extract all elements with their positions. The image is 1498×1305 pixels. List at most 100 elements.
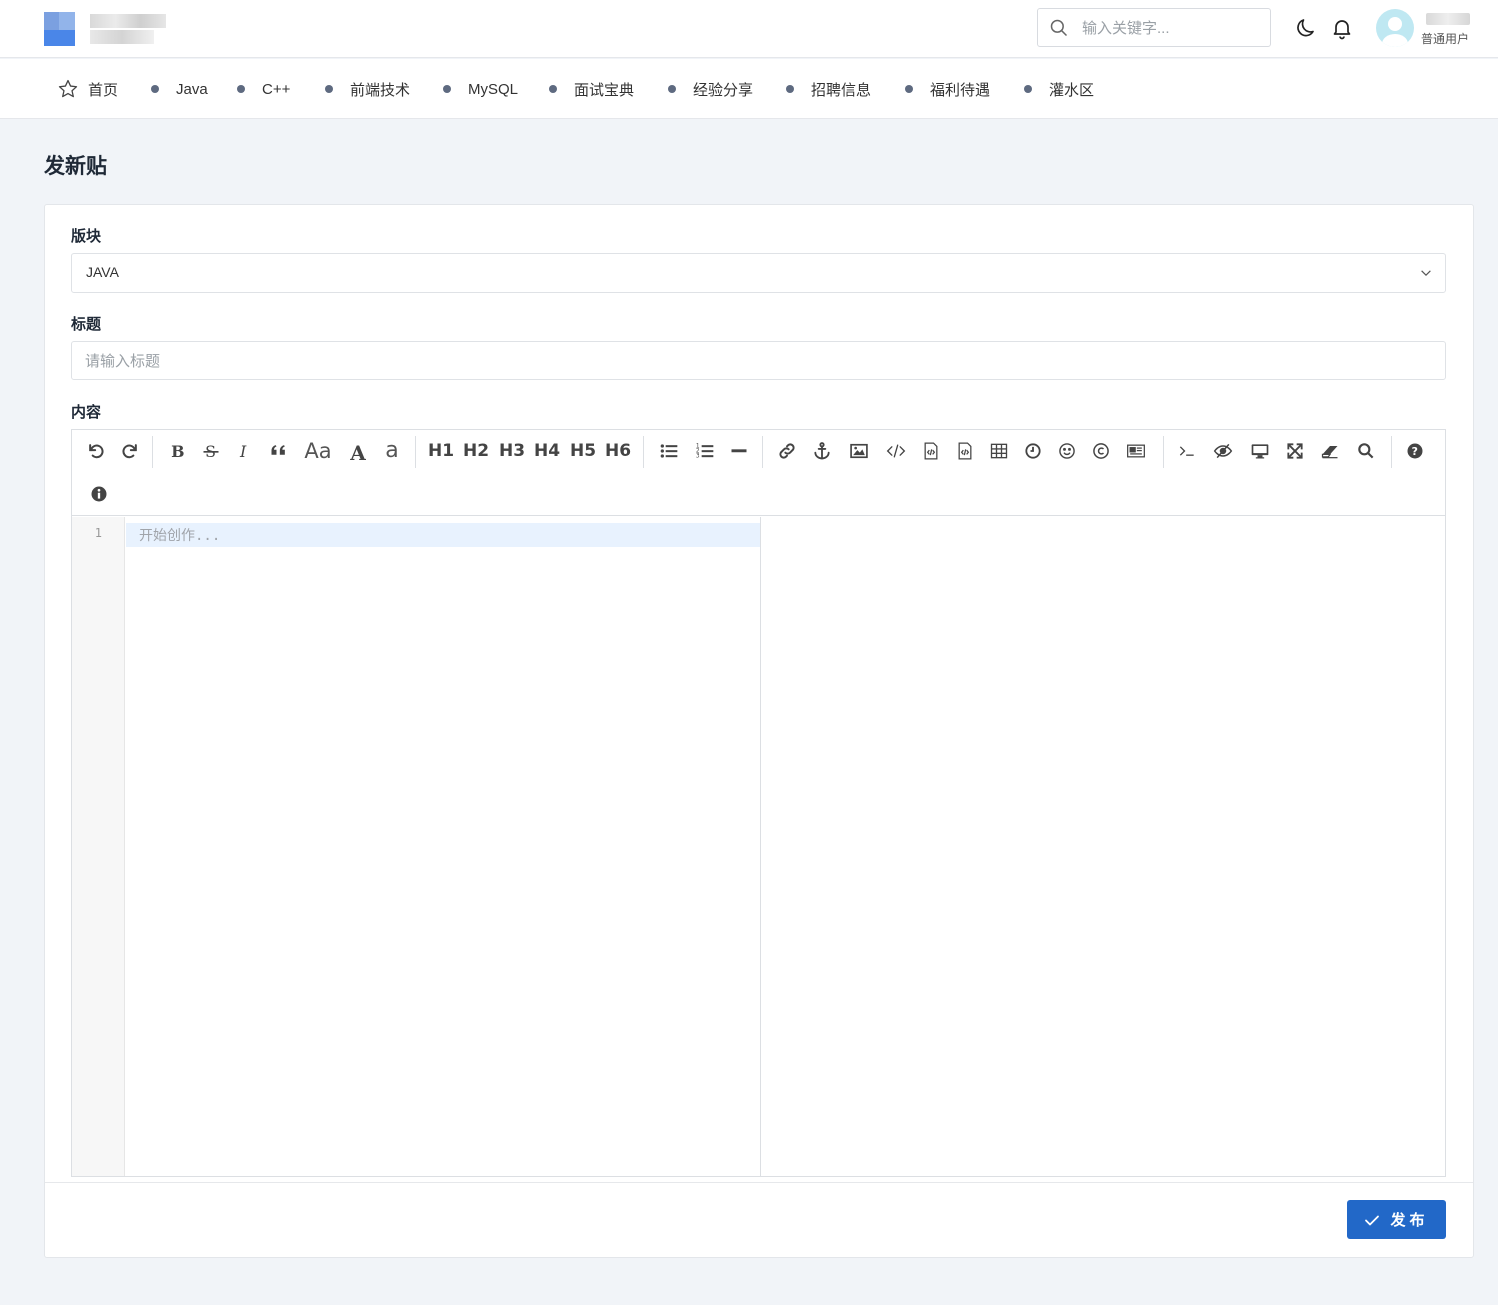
clear-button[interactable] [1318, 436, 1342, 466]
anchor-button[interactable] [810, 436, 834, 466]
nav-item-mysql[interactable]: MySQL [443, 59, 518, 119]
nav-item-interview[interactable]: 面试宝典 [549, 59, 634, 119]
toggle-preview-button[interactable] [1211, 436, 1235, 466]
undo-button[interactable] [84, 436, 108, 466]
strikethrough-icon: S [203, 442, 219, 461]
preview-pane [760, 517, 1445, 1176]
nav-item-frontend[interactable]: 前端技术 [325, 59, 410, 119]
site-logo[interactable] [44, 12, 166, 46]
nav-item-label: 面试宝典 [574, 81, 635, 99]
uppercase-button[interactable]: A [346, 438, 370, 468]
search-icon [1050, 19, 1068, 37]
line-number: 1 [94, 526, 102, 540]
card-footer-divider [45, 1182, 1473, 1183]
watch-button[interactable] [1248, 436, 1272, 466]
lowercase-button[interactable]: a [380, 435, 404, 465]
goto-line-button[interactable] [1175, 436, 1199, 466]
toolbar-separator [1391, 436, 1392, 468]
dark-mode-moon-icon[interactable] [1294, 16, 1318, 40]
info-button[interactable] [87, 479, 111, 509]
user-avatar[interactable] [1376, 9, 1414, 47]
publish-button-label: 发布 [1390, 1212, 1429, 1229]
desktop-icon [1251, 444, 1269, 459]
new-post-card: 版块 JAVA 标题 内容 B S I [44, 204, 1474, 1258]
image-button[interactable] [847, 436, 871, 466]
nav-item-java[interactable]: Java [151, 59, 208, 119]
bullet-icon [905, 85, 913, 93]
title-field [71, 341, 1446, 380]
h3-button[interactable]: H3 [498, 436, 526, 466]
eye-slash-icon [1213, 443, 1233, 459]
editor-placeholder: 开始创作... [139, 528, 221, 544]
nav-item-label: 前端技术 [350, 81, 411, 99]
toolbar-separator [415, 436, 416, 468]
link-button[interactable] [775, 436, 799, 466]
h5-button[interactable]: H5 [569, 436, 597, 466]
italic-button[interactable]: I [233, 436, 257, 466]
ordered-list-button[interactable]: 123 [693, 436, 717, 466]
redo-button[interactable] [118, 436, 142, 466]
ordered-list-icon: 123 [696, 444, 714, 460]
search-input[interactable] [1082, 16, 1262, 40]
expand-arrows-icon [1287, 443, 1303, 459]
html-entities-button[interactable] [1089, 436, 1113, 466]
horizontal-rule-button[interactable] [727, 436, 751, 466]
svg-text:?: ? [1412, 445, 1418, 458]
h2-button[interactable]: H2 [462, 436, 490, 466]
h1-button[interactable]: H1 [427, 436, 455, 466]
nav-item-jobs[interactable]: 招聘信息 [786, 59, 871, 119]
publish-button[interactable]: 发布 [1347, 1200, 1446, 1239]
emoji-button[interactable] [1055, 436, 1079, 466]
nav-item-experience[interactable]: 经验分享 [668, 59, 753, 119]
editor-toolbar: B S I Aa A a H1 H2 H3 H4 H5 H6 1 2 3 ? [72, 430, 1445, 516]
table-button[interactable] [987, 436, 1011, 466]
bullet-icon [237, 85, 245, 93]
quote-button[interactable] [267, 436, 291, 466]
nav-item-label: 福利待遇 [930, 81, 991, 99]
category-nav: 首页 Java C++ 前端技术 MySQL 面试宝典 经验分享 招聘信息 福利… [0, 59, 1498, 119]
fullscreen-button[interactable] [1283, 436, 1307, 466]
svg-text:3: 3 [696, 454, 700, 460]
nav-item-home[interactable]: 首页 [57, 59, 118, 119]
section-select[interactable]: JAVA [71, 253, 1446, 293]
nav-item-offtopic[interactable]: 灌水区 [1024, 59, 1094, 119]
bullet-icon [443, 85, 451, 93]
help-button[interactable]: ? [1403, 436, 1427, 466]
inline-code-button[interactable] [884, 436, 908, 466]
info-circle-icon [91, 486, 107, 502]
copyright-icon [1093, 443, 1109, 459]
user-role: 普通用户 [1421, 32, 1470, 46]
code-icon [886, 444, 906, 458]
bold-button[interactable]: B [165, 436, 189, 466]
top-header: 普通用户 [0, 0, 1498, 58]
link-icon [779, 443, 795, 459]
search-icon [1358, 443, 1374, 459]
bullet-icon [549, 85, 557, 93]
line-number-gutter: 1 [72, 517, 125, 1176]
strikethrough-button[interactable]: S [199, 436, 223, 466]
capitalize-button[interactable]: Aa [301, 436, 335, 466]
check-icon [1365, 1215, 1380, 1225]
redo-icon [122, 444, 137, 459]
notification-bell-icon[interactable] [1330, 16, 1354, 40]
unordered-list-button[interactable] [657, 436, 681, 466]
anchor-icon [814, 442, 830, 460]
search-box[interactable] [1037, 8, 1271, 47]
clock-icon [1025, 443, 1041, 459]
horizontal-rule-icon [731, 449, 747, 453]
preformatted-code-button[interactable] [953, 436, 977, 466]
active-line-highlight [126, 523, 760, 547]
h6-button[interactable]: H6 [604, 436, 632, 466]
search-replace-button[interactable] [1354, 436, 1378, 466]
bullet-icon [151, 85, 159, 93]
nav-item-label: MySQL [468, 80, 519, 98]
h4-button[interactable]: H4 [533, 436, 561, 466]
nav-item-benefits[interactable]: 福利待遇 [905, 59, 990, 119]
toolbar-separator [152, 436, 153, 468]
title-input[interactable] [85, 349, 1425, 373]
code-block-button[interactable] [919, 436, 943, 466]
pagebreak-button[interactable] [1124, 436, 1148, 466]
nav-item-cpp[interactable]: C++ [237, 59, 290, 119]
code-editor-area[interactable]: 开始创作... [126, 517, 760, 1176]
datetime-button[interactable] [1021, 436, 1045, 466]
